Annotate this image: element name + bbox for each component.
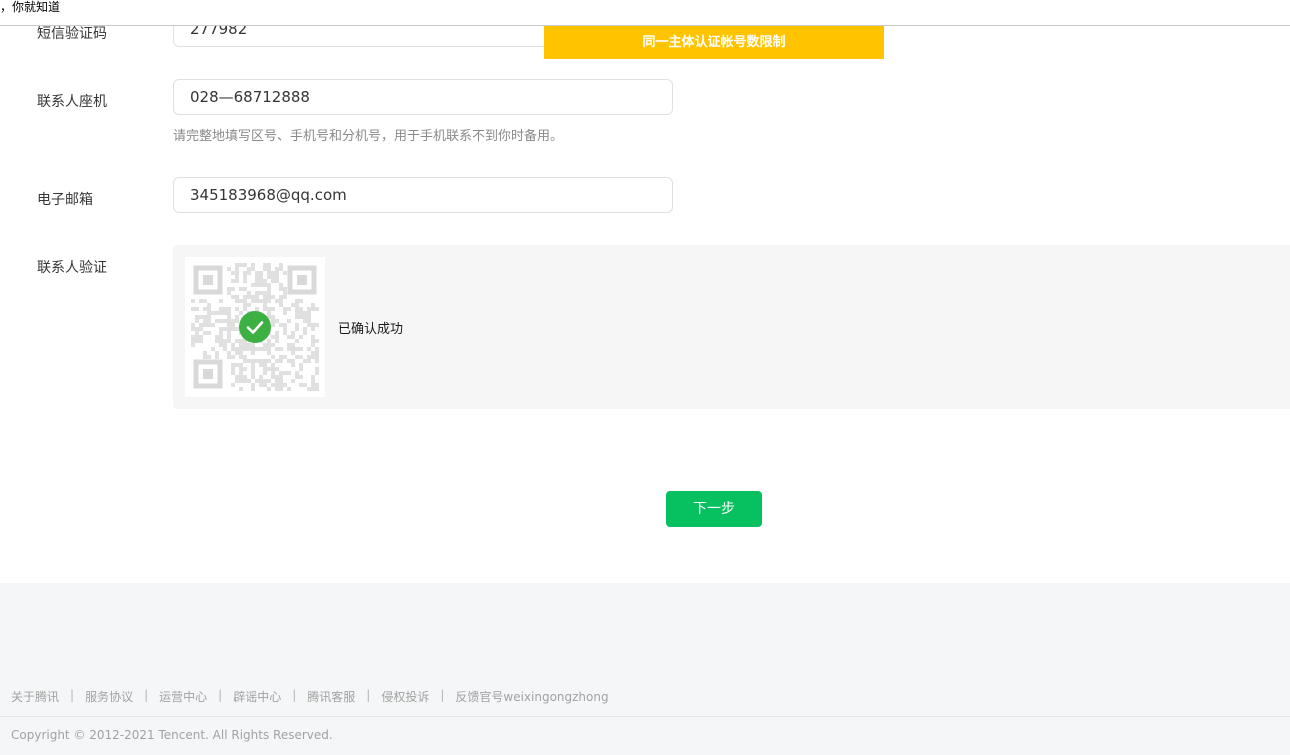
qr-code-icon [185,257,325,397]
footer-separator: | [144,688,149,702]
check-circle-icon [239,311,271,343]
contact-verify-label: 联系人验证 [37,260,107,276]
footer-separator: | [70,688,75,702]
footer-link[interactable]: 运营中心 [159,688,207,705]
limit-toast: 同一主体认证帐号数限制 [544,26,884,59]
footer-link[interactable]: 辟谣中心 [233,688,281,705]
next-step-button[interactable]: 下一步 [666,491,762,527]
footer-separator: | [218,688,223,702]
landline-label: 联系人座机 [37,94,107,110]
top-bar-text: ，你就知道 [0,0,61,14]
footer-separator: | [366,688,371,702]
footer-link[interactable]: 服务协议 [85,688,133,705]
email-field[interactable]: 345183968@qq.com [173,177,673,213]
email-label: 电子邮箱 [37,192,93,208]
footer-link[interactable]: 关于腾讯 [11,688,59,705]
footer-separator: | [292,688,297,702]
page: ，你就知道 同一主体认证帐号数限制 短信验证码 277982 联系人座机 028… [0,0,1290,755]
landline-hint: 请完整地填写区号、手机号和分机号，用于手机联系不到你时备用。 [173,129,564,144]
footer-link[interactable]: 腾讯客服 [307,688,355,705]
copyright-text: Copyright © 2012-2021 Tencent. All Right… [11,728,333,742]
sms-code-label: 短信验证码 [37,26,107,42]
verify-status-text: 已确认成功 [338,322,404,337]
footer-divider [0,716,1290,717]
landline-field[interactable]: 028—68712888 [173,79,673,115]
footer: 关于腾讯 | 服务协议 | 运营中心 | 辟谣中心 | 腾讯客服 | 侵权投诉 | 反馈官号weixin… [0,583,1290,755]
footer-link[interactable]: 侵权投诉 [381,688,429,705]
footer-link[interactable]: 反馈官号weixingongzhong [455,688,608,705]
top-bar: ，你就知道 [0,0,1290,26]
footer-separator: | [440,688,445,702]
footer-links: 关于腾讯 | 服务协议 | 运营中心 | 辟谣中心 | 腾讯客服 | 侵权投诉 | 反馈官号weixin… [11,688,609,705]
contact-verify-panel: 已确认成功 [173,245,1290,409]
